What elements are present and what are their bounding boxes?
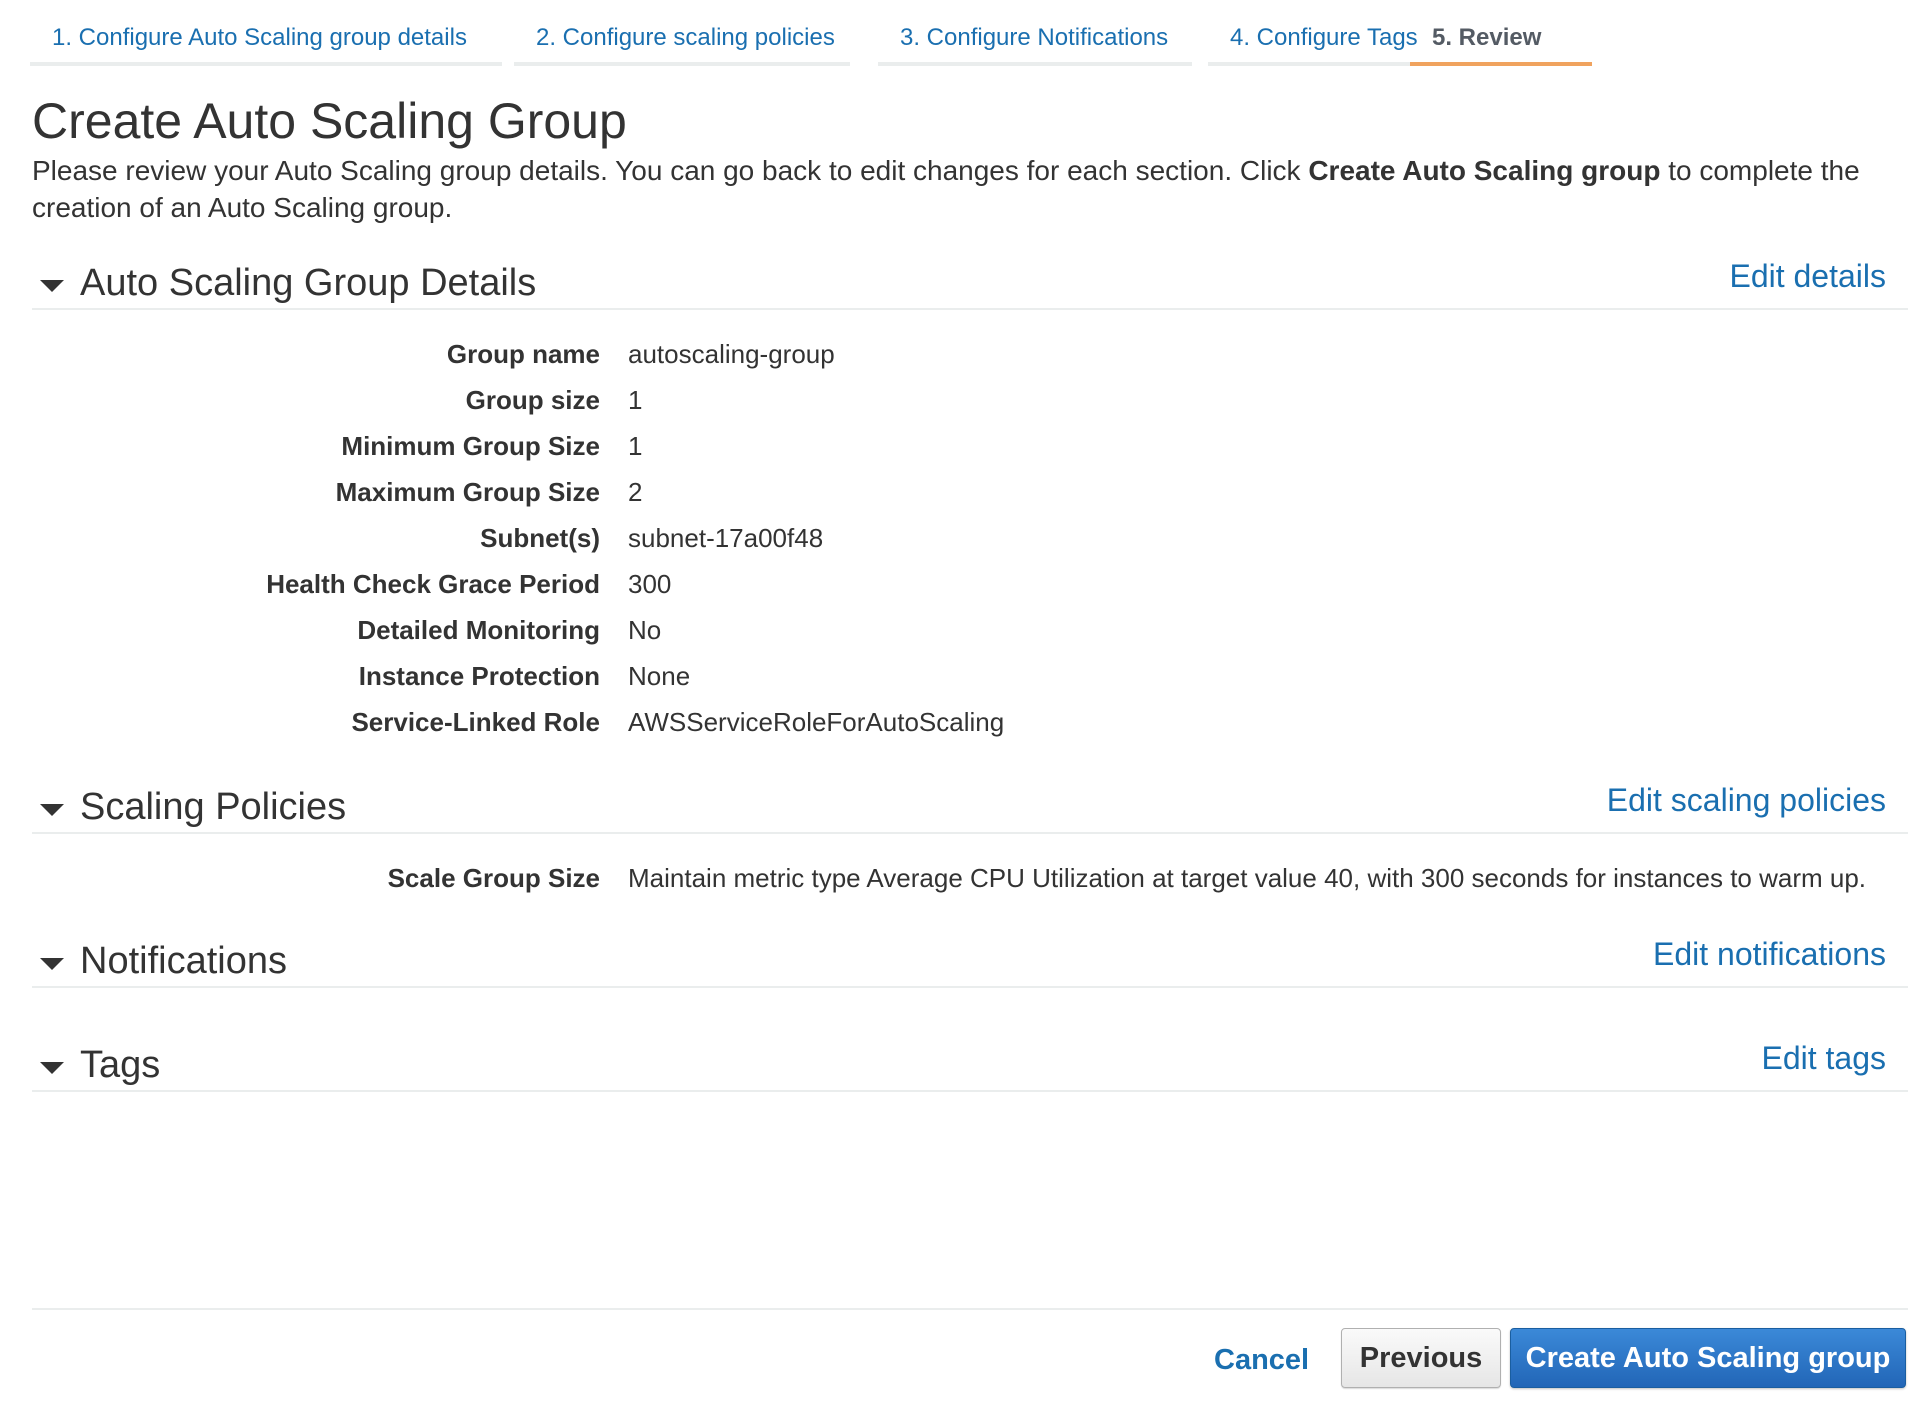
detail-row-min-size: Minimum Group Size 1 bbox=[0, 426, 1916, 466]
detail-row-group-name: Group name autoscaling-group bbox=[0, 334, 1916, 374]
section-header-policies: Scaling Policies Edit scaling policies bbox=[32, 782, 1908, 834]
detail-row-subnets: Subnet(s) subnet-17a00f48 bbox=[0, 518, 1916, 558]
tab-configure-details[interactable]: 1. Configure Auto Scaling group details bbox=[30, 14, 502, 66]
detail-value: 1 bbox=[628, 431, 643, 461]
detail-row-scale-group-size: Scale Group Size Maintain metric type Av… bbox=[0, 858, 1916, 898]
detail-label: Instance Protection bbox=[358, 661, 600, 691]
footer-divider bbox=[32, 1308, 1908, 1310]
detail-value: autoscaling-group bbox=[628, 339, 835, 369]
detail-value: subnet-17a00f48 bbox=[628, 523, 824, 553]
section-header-tags: Tags Edit tags bbox=[32, 1040, 1908, 1092]
collapse-caret-icon[interactable] bbox=[40, 804, 64, 816]
detail-label: Group size bbox=[465, 385, 600, 415]
detail-row-group-size: Group size 1 bbox=[0, 380, 1916, 420]
section-title-notifications: Notifications bbox=[80, 940, 287, 982]
detail-label: Health Check Grace Period bbox=[266, 569, 600, 599]
edit-notifications-link[interactable]: Edit notifications bbox=[1653, 936, 1886, 973]
description-text: Please review your Auto Scaling group de… bbox=[32, 155, 1309, 186]
section-header-details: Auto Scaling Group Details Edit details bbox=[32, 258, 1908, 310]
detail-value: 1 bbox=[628, 385, 643, 415]
detail-value: No bbox=[628, 615, 662, 645]
page-description: Please review your Auto Scaling group de… bbox=[32, 152, 1892, 226]
section-header-notifications: Notifications Edit notifications bbox=[32, 936, 1908, 988]
collapse-caret-icon[interactable] bbox=[40, 1062, 64, 1074]
detail-value: AWSServiceRoleForAutoScaling bbox=[628, 707, 1005, 737]
section-title-policies: Scaling Policies bbox=[80, 786, 347, 828]
detail-label: Scale Group Size bbox=[387, 863, 600, 893]
detail-label: Group name bbox=[446, 339, 600, 369]
detail-label: Subnet(s) bbox=[480, 523, 600, 553]
detail-row-instance-protection: Instance Protection None bbox=[0, 656, 1916, 696]
tab-configure-scaling-policies[interactable]: 2. Configure scaling policies bbox=[514, 14, 850, 66]
tab-configure-tags[interactable]: 4. Configure Tags bbox=[1208, 14, 1420, 66]
edit-scaling-policies-link[interactable]: Edit scaling policies bbox=[1607, 782, 1886, 819]
tab-review[interactable]: 5. Review bbox=[1410, 14, 1592, 66]
detail-label: Detailed Monitoring bbox=[357, 615, 600, 645]
detail-value: None bbox=[628, 661, 691, 691]
detail-row-service-role: Service-Linked Role AWSServiceRoleForAut… bbox=[0, 702, 1916, 742]
detail-label: Service-Linked Role bbox=[351, 707, 600, 737]
edit-tags-link[interactable]: Edit tags bbox=[1761, 1040, 1886, 1077]
detail-label: Maximum Group Size bbox=[335, 477, 600, 507]
collapse-caret-icon[interactable] bbox=[40, 280, 64, 292]
create-auto-scaling-group-button[interactable]: Create Auto Scaling group bbox=[1510, 1328, 1906, 1388]
detail-row-monitoring: Detailed Monitoring No bbox=[0, 610, 1916, 650]
edit-details-link[interactable]: Edit details bbox=[1729, 258, 1886, 295]
previous-button[interactable]: Previous bbox=[1341, 1328, 1501, 1388]
cancel-button[interactable]: Cancel bbox=[1214, 1330, 1309, 1390]
page-title: Create Auto Scaling Group bbox=[32, 93, 627, 149]
detail-row-max-size: Maximum Group Size 2 bbox=[0, 472, 1916, 512]
detail-value: 2 bbox=[628, 477, 643, 507]
collapse-caret-icon[interactable] bbox=[40, 958, 64, 970]
detail-value: Maintain metric type Average CPU Utiliza… bbox=[628, 863, 1867, 893]
description-emphasis: Create Auto Scaling group bbox=[1308, 155, 1661, 186]
section-title-details: Auto Scaling Group Details bbox=[80, 262, 537, 304]
detail-row-grace-period: Health Check Grace Period 300 bbox=[0, 564, 1916, 604]
detail-label: Minimum Group Size bbox=[341, 431, 600, 461]
detail-value: 300 bbox=[628, 569, 672, 599]
tab-configure-notifications[interactable]: 3. Configure Notifications bbox=[878, 14, 1192, 66]
section-title-tags: Tags bbox=[80, 1044, 161, 1086]
